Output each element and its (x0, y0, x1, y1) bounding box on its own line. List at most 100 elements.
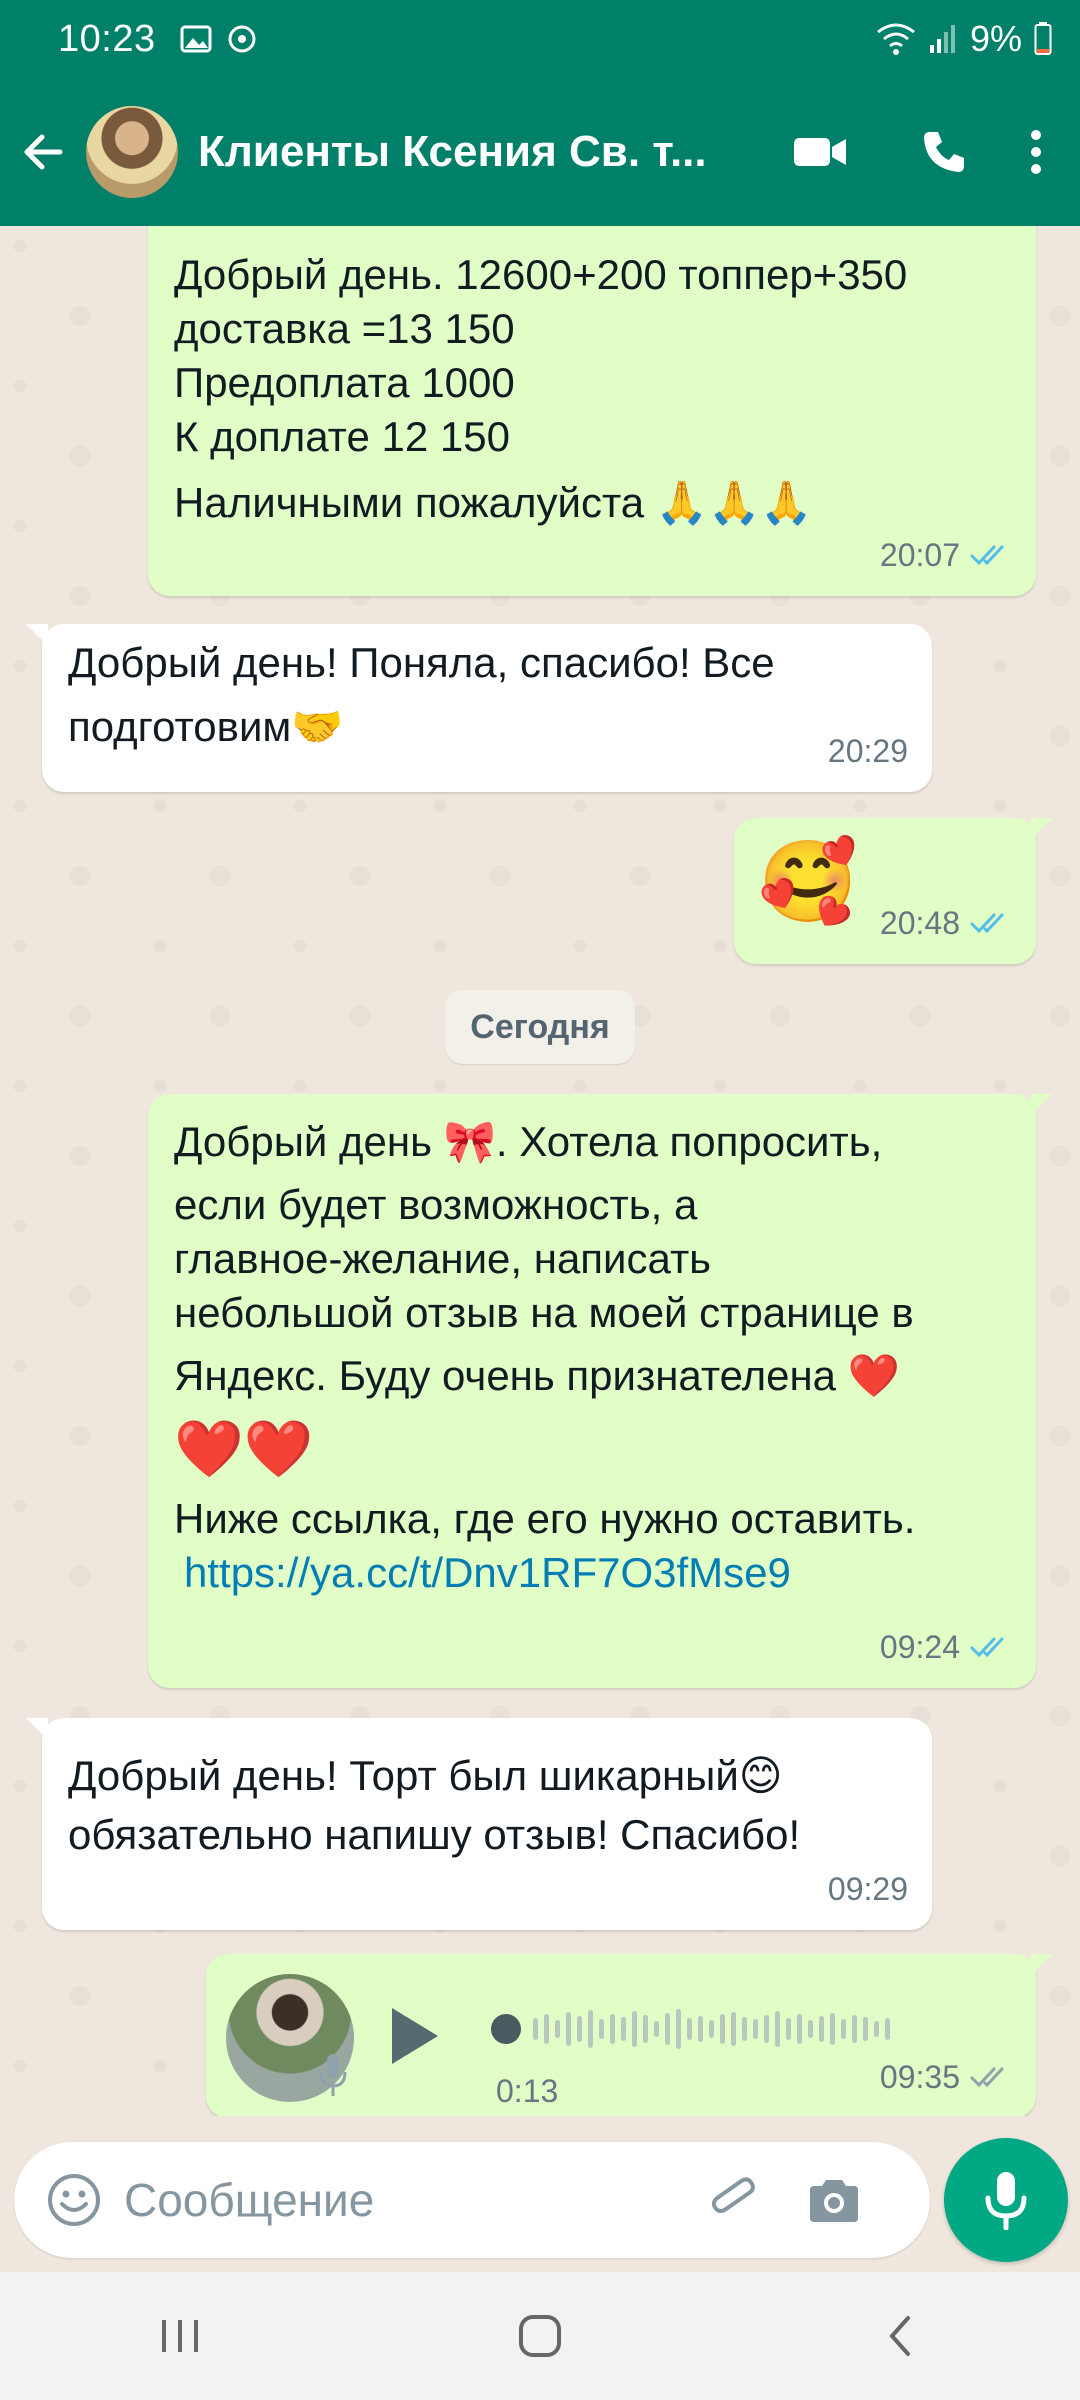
system-navigation-bar (0, 2272, 1080, 2400)
message-bubble[interactable]: Добрый день! Поняла, спасибо! Все подгот… (26, 624, 932, 792)
waveform-bar (753, 2019, 758, 2039)
waveform-bar (555, 2020, 560, 2038)
double-check-icon (970, 2067, 1004, 2088)
double-check-icon (970, 1637, 1004, 1658)
waveform-bar (885, 2018, 890, 2040)
message-time: 09:24 (879, 1629, 960, 1665)
message-line: если будет возможность, а (174, 1181, 698, 1228)
status-time: 10:23 (58, 17, 156, 60)
smiling-emoji: 😊 (738, 1751, 783, 1800)
waveform-bar (709, 2020, 714, 2038)
waveform-bar (687, 2018, 692, 2040)
waveform-bar (764, 2015, 769, 2043)
contact-name[interactable]: Клиенты Ксения Св. т... (198, 127, 718, 177)
battery-icon (1034, 22, 1052, 55)
smiling-hearts-emoji: 🥰 (758, 835, 858, 928)
message-line: Наличными пожалуйста (174, 479, 645, 526)
message-bubble[interactable]: Добрый день 🎀. Хотела попросить, если бу… (148, 1094, 1052, 1688)
voice-message-bubble[interactable]: 0:13 09:35 (206, 1954, 1052, 2116)
status-notification-icons (180, 23, 258, 55)
message-line: Добрый день. 12600+200 топпер+350 (174, 251, 908, 298)
microphone-icon (985, 2172, 1027, 2230)
chevron-left-icon (889, 2316, 910, 2356)
message-line: небольшой отзыв на моей странице в (174, 1289, 914, 1336)
double-check-icon (970, 913, 1004, 934)
message-composer (14, 2142, 930, 2258)
waveform-bar (643, 2015, 648, 2043)
heart-emoji: ❤️ (847, 1351, 900, 1400)
waveform-bar (533, 2018, 538, 2040)
nav-back-button[interactable] (800, 2286, 1000, 2386)
message-line: обязательно напишу отзыв! Спасибо! (68, 1811, 801, 1858)
battery-percent: 9% (969, 18, 1022, 59)
contact-avatar[interactable] (86, 106, 178, 198)
message-line: доставка =13 150 (174, 305, 515, 352)
message-time: 20:48 (879, 905, 960, 941)
record-voice-button[interactable] (944, 2138, 1068, 2262)
waveform-bar (654, 2021, 659, 2037)
message-time: 20:29 (827, 733, 908, 769)
arrow-left-icon (24, 134, 63, 170)
message-time: 09:35 (879, 2059, 960, 2095)
waveform-bar (819, 2016, 824, 2042)
video-call-button[interactable] (758, 102, 882, 202)
message-time: 09:29 (827, 1871, 908, 1907)
more-vert-icon (1031, 130, 1041, 174)
video-camera-icon (794, 138, 846, 166)
message-bubble[interactable]: Добрый день! Торт был шикарный😊 обязател… (26, 1718, 932, 1930)
waveform-bar (577, 2016, 582, 2042)
pray-emoji: 🙏🙏🙏 (655, 478, 813, 527)
play-icon (392, 2008, 438, 2064)
waveform-bar (863, 2017, 868, 2041)
waveform-bar (797, 2014, 802, 2044)
waveform-bar (610, 2014, 615, 2044)
double-check-icon (970, 545, 1004, 566)
chat-area[interactable]: Добрый день. 12600+200 топпер+350 достав… (0, 226, 1080, 2116)
waveform-bar (665, 2013, 670, 2045)
waveform-bar (742, 2017, 747, 2041)
emoji-button[interactable] (24, 2172, 124, 2228)
message-line: Яндекс. Буду очень признателена (174, 1352, 837, 1399)
message-line: подготовим (68, 703, 292, 750)
message-bubble[interactable]: 🥰 20:48 (734, 818, 1052, 964)
back-button[interactable] (0, 78, 86, 226)
message-line: Добрый день (174, 1118, 432, 1165)
date-divider: Сегодня (445, 990, 635, 1064)
waveform-scrubber[interactable] (491, 2014, 521, 2044)
attach-button[interactable] (684, 2172, 784, 2228)
gallery-icon (180, 25, 212, 53)
play-button[interactable] (386, 2004, 442, 2081)
paperclip-icon (711, 2177, 755, 2214)
waveform-bar (720, 2014, 725, 2044)
waveform-bar (731, 2012, 736, 2046)
voice-duration: 0:13 (496, 2073, 559, 2109)
message-bubble[interactable]: Добрый день. 12600+200 топпер+350 достав… (148, 226, 1036, 596)
message-line: главное-желание, написать (174, 1235, 712, 1282)
home-button[interactable] (440, 2286, 640, 2386)
message-line: Добрый день! Поняла, спасибо! Все (68, 639, 775, 686)
phone-icon (924, 132, 964, 172)
home-icon (519, 2315, 561, 2357)
waveform-bar (599, 2019, 604, 2039)
camera-button[interactable] (784, 2176, 884, 2224)
status-bar: 10:23 9% (0, 0, 1080, 78)
camera-icon (810, 2180, 858, 2222)
voice-waveform[interactable] (491, 2004, 890, 2054)
message-input[interactable] (124, 2173, 684, 2227)
recent-apps-button[interactable] (80, 2286, 280, 2386)
bow-emoji: 🎀 (443, 1117, 496, 1166)
more-options-button[interactable] (1006, 102, 1066, 202)
message-line: Предоплата 1000 (174, 359, 515, 406)
recent-apps-icon (162, 2320, 198, 2352)
voice-call-button[interactable] (882, 102, 1006, 202)
waveform-bar (852, 2015, 857, 2043)
waveform-bar (621, 2017, 626, 2041)
waveform-bar (808, 2020, 813, 2038)
review-link[interactable]: https://ya.cc/t/Dnv1RF7O3fMse9 (184, 1549, 791, 1596)
wifi-icon (877, 23, 915, 55)
waveform-bar (544, 2014, 549, 2044)
emoji-icon (48, 2174, 100, 2226)
waveform-bar (588, 2010, 593, 2048)
waveform-bar (566, 2012, 571, 2046)
waveform-bar (632, 2011, 637, 2047)
